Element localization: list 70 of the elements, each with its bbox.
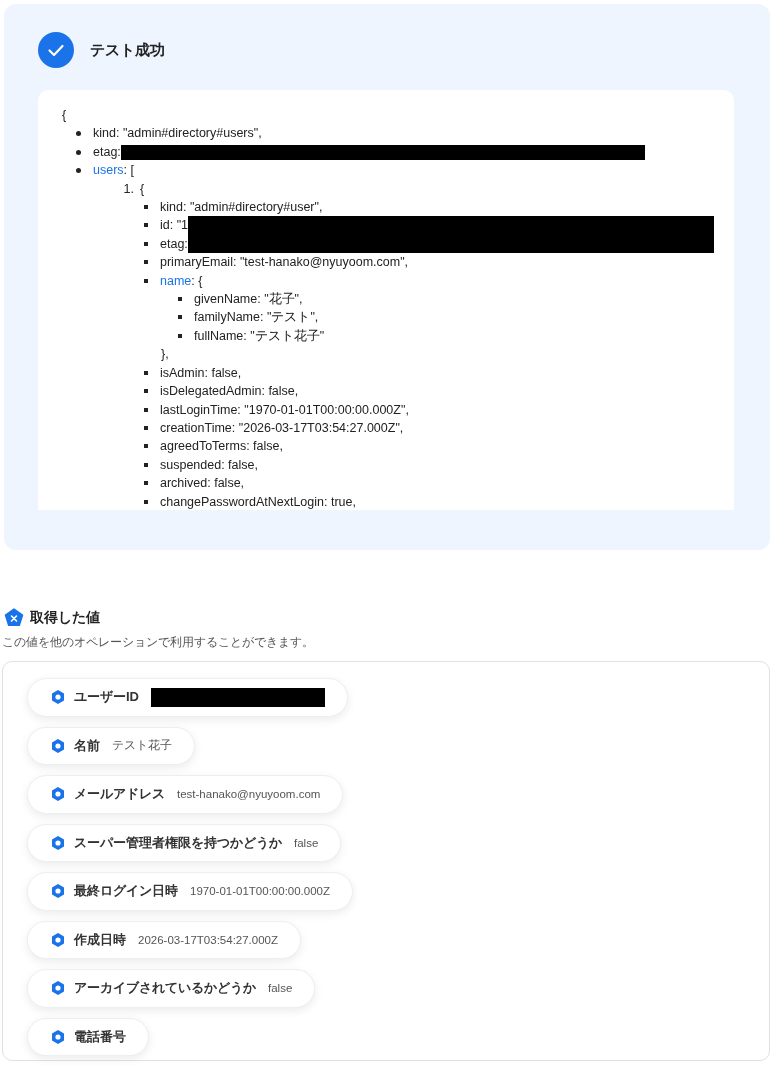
bullet-icon <box>144 278 148 283</box>
code-line: archived: false, <box>160 475 245 493</box>
code-line: }, <box>161 346 169 364</box>
code-line: familyName: "テスト", <box>194 309 319 327</box>
code-line: primaryEmail: "test-hanako@nyuyoom.com", <box>160 254 409 272</box>
code-line: id: "1 <box>160 217 189 235</box>
bullet-icon <box>144 444 148 449</box>
bullet-icon <box>76 131 81 137</box>
code-line: kind: "admin#directory#user", <box>160 199 323 217</box>
code-line: fullName: "テスト花子" <box>194 327 325 345</box>
chip-value: false <box>268 982 293 995</box>
value-chip[interactable]: アーカイブされているかどうか false <box>27 969 316 1008</box>
code-line: agreedToTerms: false, <box>160 438 283 456</box>
check-icon <box>38 32 74 68</box>
code-line: users: [ <box>93 162 134 180</box>
bullet-icon <box>76 149 81 155</box>
bullet-icon <box>144 407 148 412</box>
bullet-icon <box>144 205 148 210</box>
status-title: テスト成功 <box>90 40 165 60</box>
bullet-icon <box>144 425 148 430</box>
section-description: この値を他のオペレーションで利用することができます。 <box>2 634 315 651</box>
code-line: isDelegatedAdmin: false, <box>160 383 299 401</box>
hexagon-icon <box>50 834 66 851</box>
section-title: 取得した値 <box>30 609 100 627</box>
code-line: givenName: "花子", <box>194 291 303 309</box>
code-line: lastLoginTime: "1970-01-01T00:00:00.000Z", <box>160 401 409 419</box>
bullet-icon <box>178 315 182 320</box>
code-line: creationTime: "2026-03-17T03:54:27.000Z", <box>160 419 404 437</box>
value-chip[interactable]: メールアドレス test-hanako@nyuyoom.com <box>27 775 344 814</box>
bullet-icon <box>144 481 148 486</box>
hexagon-icon <box>50 689 66 706</box>
code-line: isAdmin: false, <box>160 364 242 382</box>
value-chip[interactable]: 電話番号 <box>27 1017 149 1056</box>
value-chip[interactable]: 作成日時 2026-03-17T03:54:27.000Z <box>27 920 302 959</box>
value-chip[interactable]: 最終ログイン日時 1970-01-01T00:00:00.000Z <box>27 872 354 911</box>
bullet-icon <box>144 389 148 394</box>
code-line: etag: <box>160 235 188 253</box>
hexagon-icon <box>50 931 66 948</box>
list-number: 1. <box>122 180 134 198</box>
bullet-icon <box>144 241 148 246</box>
value-chip[interactable]: 名前 テスト花子 <box>27 726 195 765</box>
code-line: { <box>62 107 67 124</box>
code-line: { <box>140 180 145 198</box>
chip-value: テスト花子 <box>112 738 172 754</box>
hexagon-icon <box>50 737 66 754</box>
close-icon <box>4 608 24 628</box>
bullet-icon <box>178 297 182 302</box>
code-line: name: { <box>160 272 203 290</box>
code-line: suspended: false, <box>160 456 258 474</box>
chip-value: false <box>294 836 319 849</box>
value-chip[interactable]: ユーザーID <box>27 678 348 717</box>
code-line: etag: <box>93 143 121 161</box>
hexagon-icon <box>50 786 66 803</box>
bullet-icon <box>144 370 148 375</box>
hexagon-icon <box>50 980 66 997</box>
hexagon-icon <box>50 883 66 900</box>
chip-value: 1970-01-01T00:00:00.000Z <box>190 885 331 898</box>
bullet-icon <box>144 499 148 504</box>
value-chip[interactable]: スーパー管理者権限を持つかどうか false <box>27 823 342 862</box>
bullet-icon <box>144 223 148 228</box>
bullet-icon <box>144 462 148 467</box>
code-line: kind: "admin#directory#users", <box>93 125 262 143</box>
hexagon-icon <box>50 1028 66 1045</box>
bullet-icon <box>178 333 182 338</box>
bullet-icon <box>144 260 148 265</box>
bullet-icon <box>76 168 81 174</box>
code-line: changePasswordAtNextLogin: true, <box>160 493 356 510</box>
chip-value: test-hanako@nyuyoom.com <box>177 788 321 801</box>
chip-value: 2026-03-17T03:54:27.000Z <box>138 933 279 946</box>
key-link[interactable]: users <box>93 163 124 178</box>
